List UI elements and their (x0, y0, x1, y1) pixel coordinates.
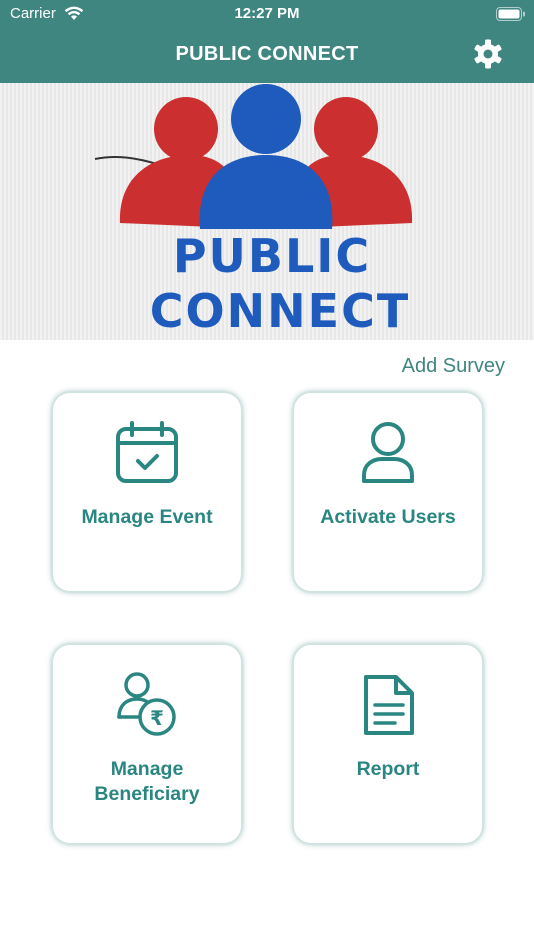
status-bar: Carrier 12:27 PM (0, 0, 534, 28)
status-time: 12:27 PM (234, 5, 300, 22)
app-header: Carrier 12:27 PM PUBLIC CONNECT (0, 0, 534, 83)
report-label: Report (356, 758, 420, 780)
report-card[interactable]: Report (293, 644, 483, 844)
activate-users-label: Activate Users (320, 506, 456, 528)
user-rupee-icon: ₹ (117, 672, 176, 736)
manage-beneficiary-label-line2: Beneficiary (94, 783, 200, 805)
battery-icon (496, 7, 525, 21)
user-icon (362, 422, 414, 483)
manage-beneficiary-label-line1: Manage (110, 758, 184, 780)
activate-users-card[interactable]: Activate Users (293, 392, 483, 592)
page-title: PUBLIC CONNECT (175, 43, 359, 65)
gear-icon[interactable] (472, 38, 504, 70)
svg-text:₹: ₹ (150, 706, 164, 730)
public-connect-logo: PUBLIC CONNECT (94, 84, 413, 338)
logo-text-connect: CONNECT (150, 284, 410, 338)
document-icon (364, 675, 414, 735)
manage-event-label: Manage Event (81, 506, 213, 528)
manage-beneficiary-card[interactable]: ₹ Manage Beneficiary (52, 644, 242, 844)
manage-event-card[interactable]: Manage Event (52, 392, 242, 592)
add-survey-link[interactable]: Add Survey (402, 355, 505, 378)
logo-text-public: PUBLIC (173, 229, 371, 283)
logo-banner: PUBLIC CONNECT (0, 83, 534, 340)
calendar-check-icon (116, 421, 178, 483)
